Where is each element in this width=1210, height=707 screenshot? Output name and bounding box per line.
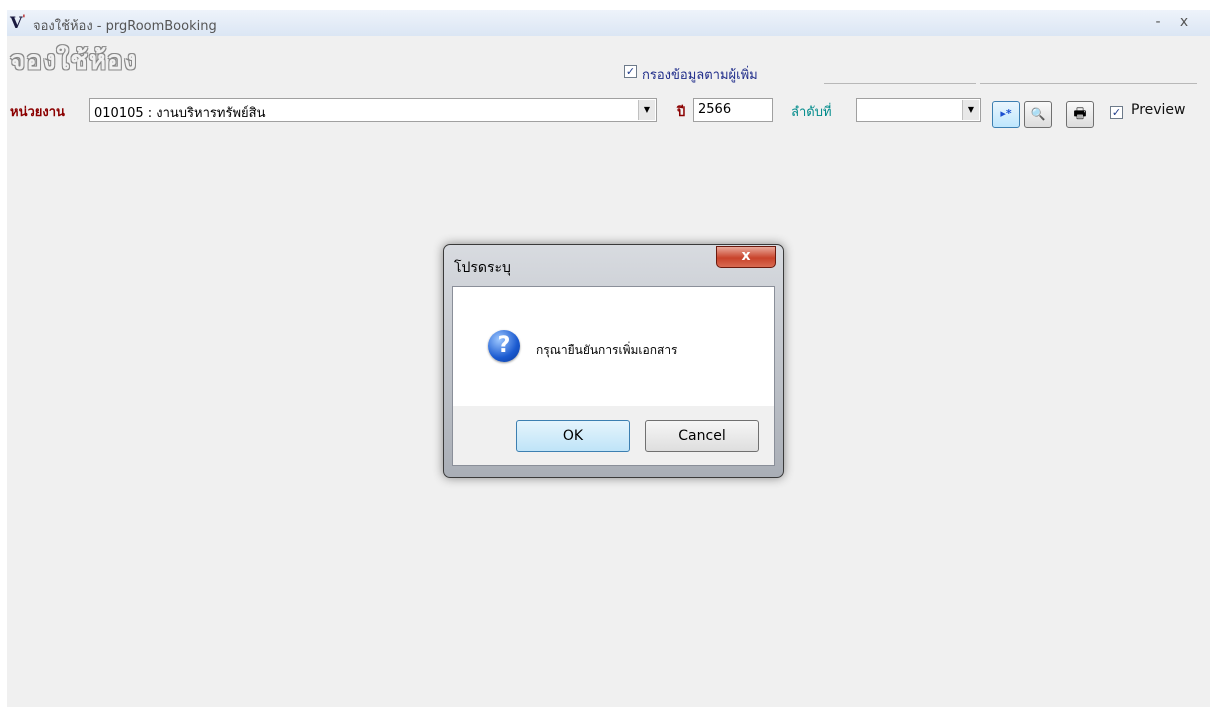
filter-checkbox-label: กรองข้อมูลตามผู้เพิ่ม (642, 68, 758, 83)
chevron-down-icon[interactable]: ▼ (638, 100, 655, 120)
new-record-icon: ▸* (1000, 107, 1012, 120)
print-button[interactable]: 🖶 (1066, 101, 1094, 128)
unit-combobox[interactable]: 010105 : งานบริหารทรัพย์สิน ▼ (89, 98, 657, 122)
window-title: จองใช้ห้อง - prgRoomBooking (33, 19, 217, 34)
dialog-message-area: ? กรุณายืนยันการเพิ่มเอกสาร (453, 287, 774, 406)
unit-label: หน่วยงาน (10, 105, 65, 120)
new-record-button[interactable]: ▸* (992, 101, 1020, 128)
find-button[interactable]: 🔍 (1024, 101, 1052, 128)
close-window-button[interactable]: x (1174, 14, 1194, 32)
title-bar: V' จองใช้ห้อง - prgRoomBooking - x (7, 10, 1210, 36)
confirm-dialog: โปรดระบุ x ? กรุณายืนยันการเพิ่มเอกสาร O… (443, 244, 784, 478)
app-logo-icon: V' (10, 13, 25, 32)
cancel-button[interactable]: Cancel (645, 420, 759, 452)
sequence-combobox[interactable]: ▼ (856, 98, 981, 122)
close-icon: x (741, 248, 751, 264)
year-input[interactable]: 2566 (693, 98, 773, 122)
dialog-close-button[interactable]: x (716, 246, 776, 268)
unit-value: 010105 : งานบริหารทรัพย์สิน (94, 106, 266, 121)
dialog-body: ? กรุณายืนยันการเพิ่มเอกสาร OK Cancel (452, 286, 775, 466)
filter-checkbox[interactable]: ✓ (624, 65, 637, 78)
dialog-title: โปรดระบุ (454, 260, 511, 276)
question-icon: ? (488, 330, 520, 362)
preview-label: Preview (1131, 102, 1186, 118)
logo-mark: ' (22, 14, 26, 25)
logo-letter: V (10, 13, 23, 32)
divider (980, 83, 1197, 84)
sequence-label: ลำดับที่ (791, 105, 832, 120)
minimize-button[interactable]: - (1148, 14, 1168, 32)
binoculars-icon: 🔍 (1030, 107, 1046, 121)
year-label: ปี (677, 105, 686, 120)
ok-button[interactable]: OK (516, 420, 630, 452)
printer-icon: 🖶 (1073, 106, 1087, 122)
dialog-message: กรุณายืนยันการเพิ่มเอกสาร (536, 343, 678, 357)
form-heading: จองใช้ห้อง (10, 46, 138, 76)
preview-checkbox[interactable]: ✓ (1110, 106, 1123, 119)
chevron-down-icon[interactable]: ▼ (962, 100, 979, 120)
divider (824, 83, 976, 84)
